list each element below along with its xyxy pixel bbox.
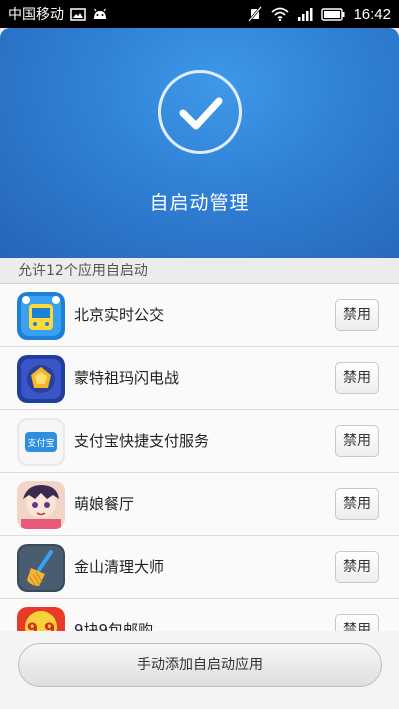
alipay-app-icon: 支付宝 — [17, 418, 65, 466]
app-list[interactable]: 北京实时公交 禁用 蒙特祖玛闪电战 禁用 支付宝 支付宝快捷支付服务 禁用 萌娘… — [0, 284, 399, 631]
list-item: 支付宝 支付宝快捷支付服务 禁用 — [0, 410, 399, 473]
app-name: 支付宝快捷支付服务 — [74, 432, 210, 450]
signal-icon — [297, 7, 313, 21]
app-name: 蒙特祖玛闪电战 — [74, 369, 180, 387]
broom-app-icon — [17, 544, 65, 592]
list-item: 金山清理大师 禁用 — [0, 536, 399, 599]
clock: 16:42 — [353, 5, 391, 23]
list-item: 9.9 9块9包邮购 禁用 — [0, 599, 399, 631]
header-banner: 自启动管理 — [0, 28, 399, 258]
checkmark-icon — [158, 70, 242, 154]
shopping-app-icon: 9.9 — [17, 607, 65, 631]
status-bar: 中国移动 16:42 — [0, 0, 399, 28]
game-app-icon — [17, 355, 65, 403]
disable-button[interactable]: 禁用 — [335, 614, 379, 631]
list-item: 蒙特祖玛闪电战 禁用 — [0, 347, 399, 410]
disable-button[interactable]: 禁用 — [335, 299, 379, 331]
bus-app-icon — [17, 292, 65, 340]
app-name: 北京实时公交 — [74, 306, 165, 324]
page-title: 自启动管理 — [149, 192, 250, 214]
list-item: 北京实时公交 禁用 — [0, 284, 399, 347]
app-name: 9块9包邮购 — [74, 621, 154, 631]
disable-button[interactable]: 禁用 — [335, 551, 379, 583]
disable-button[interactable]: 禁用 — [335, 362, 379, 394]
image-icon — [70, 7, 86, 21]
bottom-bar: 手动添加自启动应用 — [0, 631, 399, 709]
mute-icon — [247, 6, 263, 22]
android-icon — [92, 8, 108, 20]
list-item: 萌娘餐厅 禁用 — [0, 473, 399, 536]
battery-icon — [321, 7, 345, 21]
disable-button[interactable]: 禁用 — [335, 488, 379, 520]
section-caption: 允许12个应用自启动 — [0, 258, 399, 284]
restaurant-game-app-icon — [17, 481, 65, 529]
alipay-icon-label: 支付宝 — [27, 437, 54, 449]
carrier-label: 中国移动 — [8, 7, 64, 23]
disable-button[interactable]: 禁用 — [335, 425, 379, 457]
app-name: 金山清理大师 — [74, 558, 165, 576]
app-name: 萌娘餐厅 — [74, 495, 135, 513]
add-autostart-app-button[interactable]: 手动添加自启动应用 — [18, 643, 382, 687]
wifi-icon — [271, 7, 290, 21]
nine-icon-label: 9.9 — [27, 619, 55, 631]
